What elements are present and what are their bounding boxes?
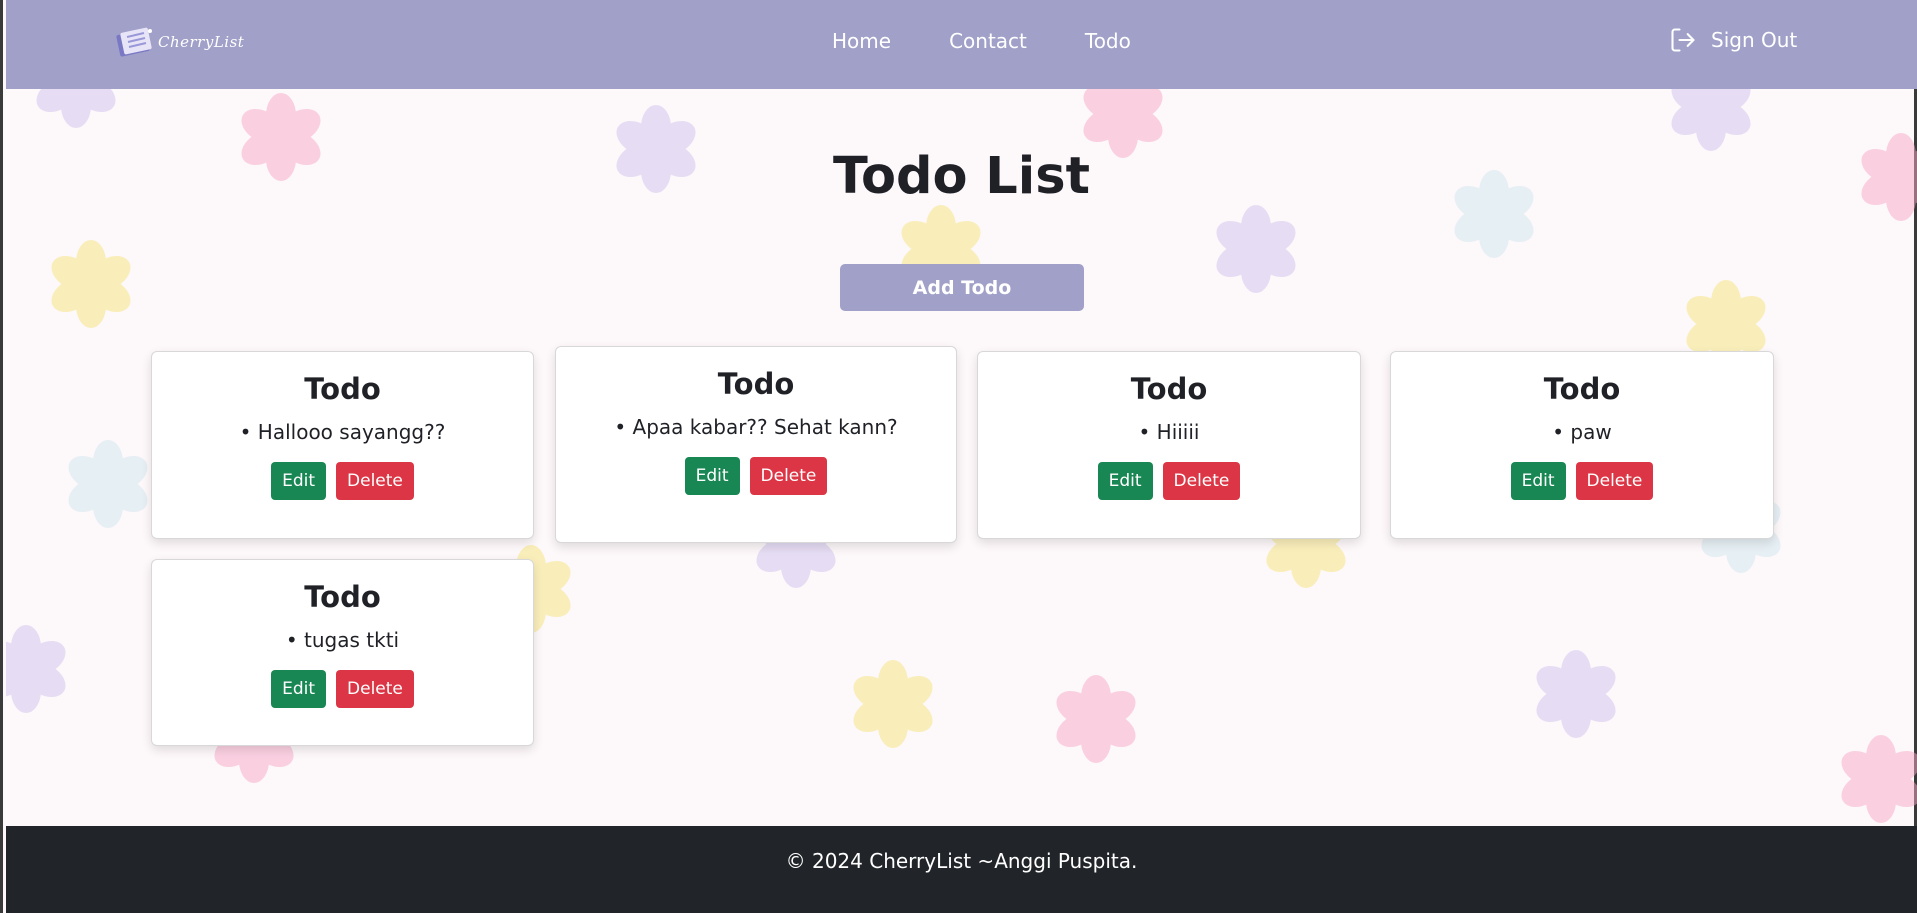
todo-card: Todo • paw Edit Delete [1390,351,1774,539]
nav-todo[interactable]: Todo [1085,28,1131,54]
todo-card: Todo • tugas tkti Edit Delete [151,559,534,746]
delete-button[interactable]: Delete [1162,462,1241,500]
todo-card-title: Todo [304,580,381,614]
todo-card-text: • Hallooo sayangg?? [239,420,446,444]
nav-home[interactable]: Home [832,28,891,54]
todo-card-actions: Edit Delete [152,462,533,500]
delete-button[interactable]: Delete [1575,462,1654,500]
todo-card-text: • tugas tkti [285,628,400,652]
notebook-logo-icon [114,26,156,58]
brand-logo-text: CherryList [158,33,245,51]
todo-card-actions: Edit Delete [556,457,956,495]
add-todo-button[interactable]: Add Todo [840,264,1084,311]
edit-button[interactable]: Edit [684,457,740,495]
edit-button[interactable]: Edit [1510,462,1566,500]
todo-card-title: Todo [717,367,795,401]
todo-card: Todo • Apaa kabar?? Sehat kann? Edit Del… [555,346,957,543]
todo-card: Todo • Hiiiii Edit Delete [977,351,1361,539]
footer-copyright: © 2024 CherryList ~Anggi Puspita. [785,849,1138,873]
todo-card-text: • paw [1552,420,1612,444]
main-content: Todo List Add Todo Todo • Hallooo sayang… [6,89,1917,826]
todo-card-title: Todo [304,372,381,406]
nav-links: Home Contact Todo [832,28,1189,54]
edit-button[interactable]: Edit [1097,462,1153,500]
page-title: Todo List [832,147,1091,206]
footer: © 2024 CherryList ~Anggi Puspita. [6,826,1917,913]
todo-card: Todo • Hallooo sayangg?? Edit Delete [151,351,534,539]
delete-button[interactable]: Delete [749,457,828,495]
todo-card-actions: Edit Delete [152,670,533,708]
signout-icon [1671,28,1695,52]
edit-button[interactable]: Edit [271,670,327,708]
navbar: CherryList Home Contact Todo Sign Out [6,0,1917,89]
todo-card-actions: Edit Delete [978,462,1360,500]
todo-card-text: • Hiiiii [1138,420,1200,444]
signout-button[interactable]: Sign Out [1669,26,1797,54]
todo-card-title: Todo [1130,372,1208,406]
todo-card-actions: Edit Delete [1391,462,1773,500]
signout-label: Sign Out [1711,28,1798,52]
edit-button[interactable]: Edit [271,462,327,500]
brand-logo[interactable]: CherryList [114,24,260,60]
delete-button[interactable]: Delete [336,670,414,708]
nav-contact[interactable]: Contact [949,28,1027,54]
todo-card-text: • Apaa kabar?? Sehat kann? [614,415,898,439]
todo-card-title: Todo [1543,372,1621,406]
delete-button[interactable]: Delete [336,462,414,500]
